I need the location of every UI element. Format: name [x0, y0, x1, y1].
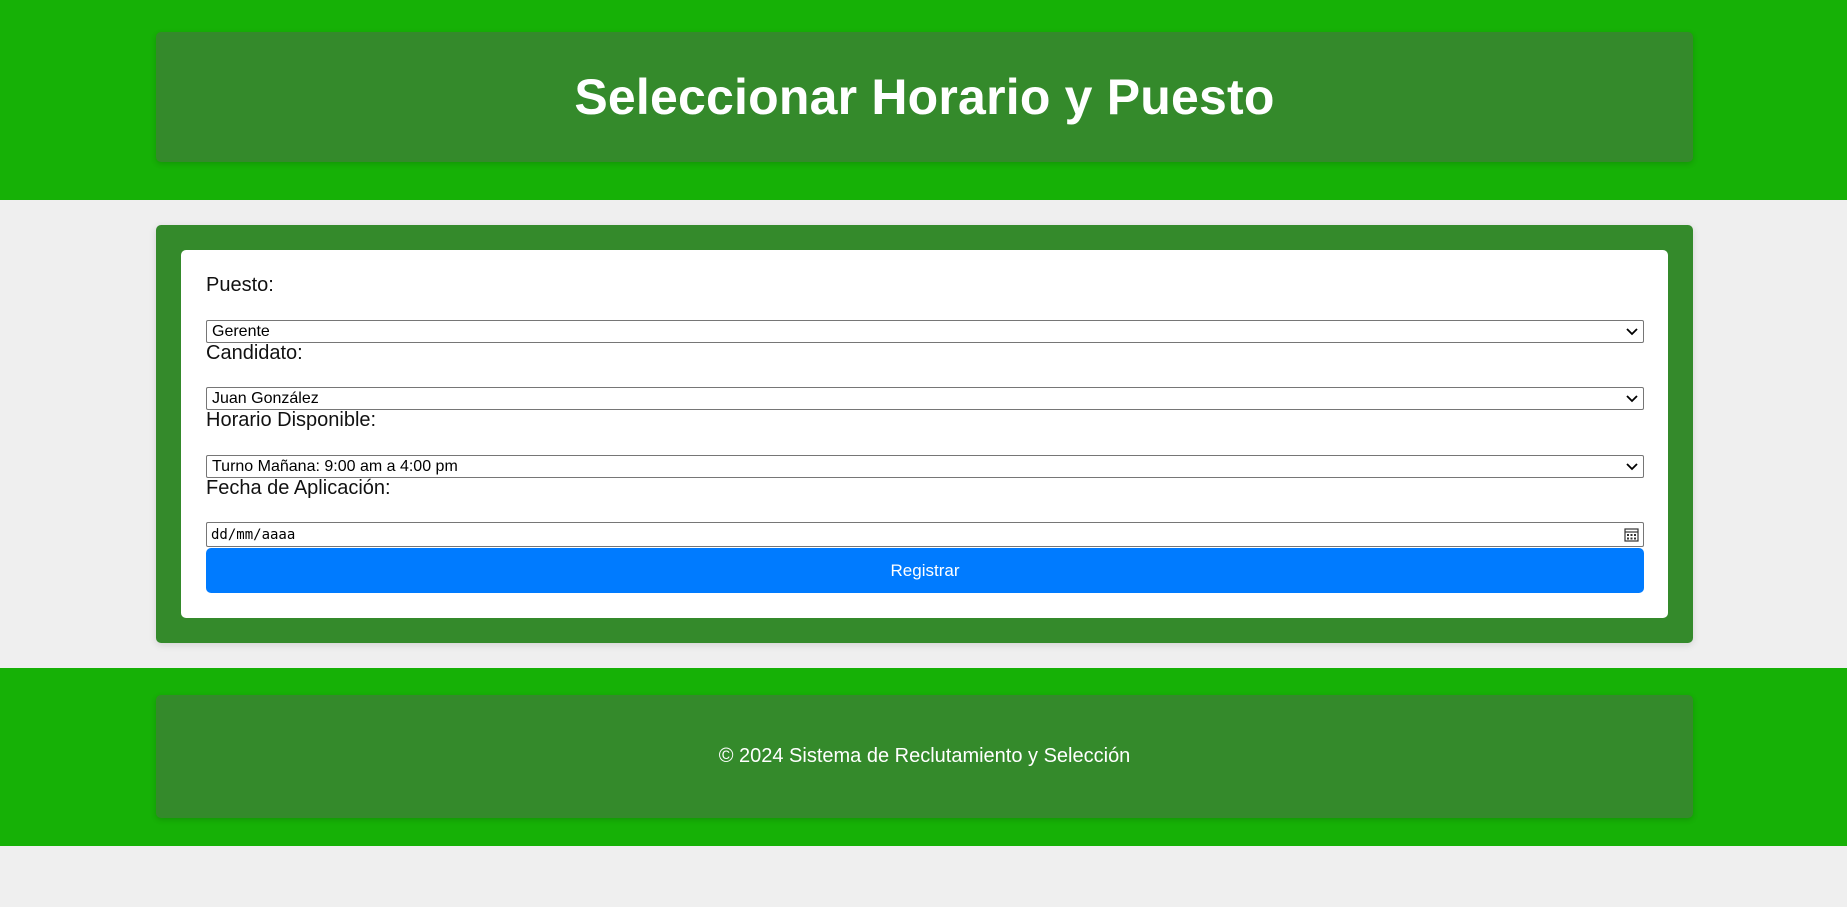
puesto-select[interactable]: Gerente	[206, 320, 1644, 343]
footer-band: © 2024 Sistema de Reclutamiento y Selecc…	[0, 668, 1847, 846]
fecha-date-input[interactable]: dd/mm/aaaa	[206, 522, 1644, 547]
registrar-button[interactable]: Registrar	[206, 548, 1644, 593]
page-title: Seleccionar Horario y Puesto	[574, 69, 1275, 125]
horario-select-value: Turno Mañana: 9:00 am a 4:00 pm	[212, 457, 458, 475]
calendar-icon[interactable]	[1619, 524, 1643, 546]
fecha-label: Fecha de Aplicación:	[206, 477, 391, 499]
horario-select[interactable]: Turno Mañana: 9:00 am a 4:00 pm	[206, 455, 1644, 478]
candidato-label: Candidato:	[206, 342, 303, 364]
header-card: Seleccionar Horario y Puesto	[156, 32, 1693, 162]
fecha-date-placeholder: dd/mm/aaaa	[211, 526, 296, 543]
candidato-select[interactable]: Juan González	[206, 387, 1644, 410]
form-container: Puesto: Gerente Candidato: Juan González…	[156, 225, 1693, 643]
form-panel: Puesto: Gerente Candidato: Juan González…	[181, 250, 1668, 618]
chevron-down-icon	[1621, 388, 1643, 410]
puesto-select-value: Gerente	[212, 322, 270, 340]
candidato-select-value: Juan González	[212, 389, 319, 407]
chevron-down-icon	[1621, 456, 1643, 478]
horario-label: Horario Disponible:	[206, 409, 377, 431]
header-band: Seleccionar Horario y Puesto	[0, 0, 1847, 200]
footer-copyright: © 2024 Sistema de Reclutamiento y Selecc…	[718, 745, 1131, 767]
chevron-down-icon	[1621, 321, 1643, 343]
puesto-label: Puesto:	[206, 274, 274, 296]
footer-card: © 2024 Sistema de Reclutamiento y Selecc…	[156, 695, 1693, 818]
